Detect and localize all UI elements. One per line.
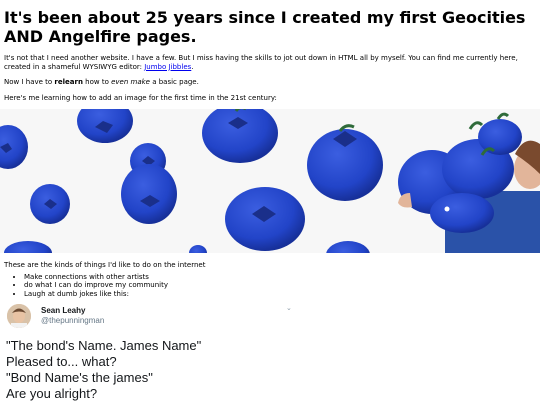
tweet-text: "The bond's Name. James Name" Pleased to…: [6, 338, 536, 402]
intro-paragraph: It's not that I need another website. I …: [4, 54, 536, 71]
list-item: Laugh at dumb jokes like this:: [24, 290, 536, 298]
tweet-author: Sean Leahy @thepunningman: [41, 306, 104, 326]
relearn-after: a basic page.: [149, 78, 199, 87]
embedded-tweet[interactable]: Sean Leahy @thepunningman ⌄ "The bond's …: [4, 302, 536, 402]
jumbo-jibbles-link[interactable]: Jumbo Jibbles: [144, 63, 191, 71]
list-item: Make connections with other artists: [24, 273, 536, 281]
relearn-paragraph: Now I have to relearn how to even make a…: [4, 78, 536, 87]
relearn-middle: how to: [82, 78, 112, 87]
blueberry: [121, 164, 177, 225]
page-heading: It's been about 25 years since I created…: [4, 8, 526, 46]
relearn-italic: even make: [111, 78, 150, 87]
list-item: do what I can do improve my community: [24, 281, 536, 289]
relearn-before: Now I have to: [4, 78, 55, 87]
avatar[interactable]: [7, 304, 31, 329]
list-intro: These are the kinds of things I'd like t…: [4, 261, 206, 270]
goals-list: Make connections with other artists do w…: [4, 273, 536, 298]
tweet-line: "Bond Name's the james": [6, 370, 153, 386]
tweet-header: Sean Leahy @thepunningman ⌄: [4, 302, 536, 330]
blueberry-illustration: [0, 109, 540, 254]
tweet-line: Are you alright?: [6, 386, 98, 402]
author-handle[interactable]: @thepunningman: [41, 316, 104, 326]
tweet-line: "The bond's Name. James Name": [6, 338, 202, 354]
blueberry: [30, 184, 70, 225]
relearn-bold: relearn: [54, 78, 83, 87]
chevron-down-icon[interactable]: ⌄: [286, 304, 292, 312]
blueberry-hero-image: [0, 109, 540, 254]
image-intro: Here's me learning how to add an image f…: [4, 93, 277, 102]
author-name[interactable]: Sean Leahy: [41, 306, 104, 316]
blueberry: [225, 187, 305, 252]
avatar-image: [7, 304, 31, 329]
page: It's been about 25 years since I created…: [0, 0, 540, 402]
intro-after-link: .: [191, 62, 194, 71]
intro-text: It's not that I need another website. I …: [4, 54, 518, 71]
tweet-line: Pleased to... what?: [6, 354, 117, 370]
